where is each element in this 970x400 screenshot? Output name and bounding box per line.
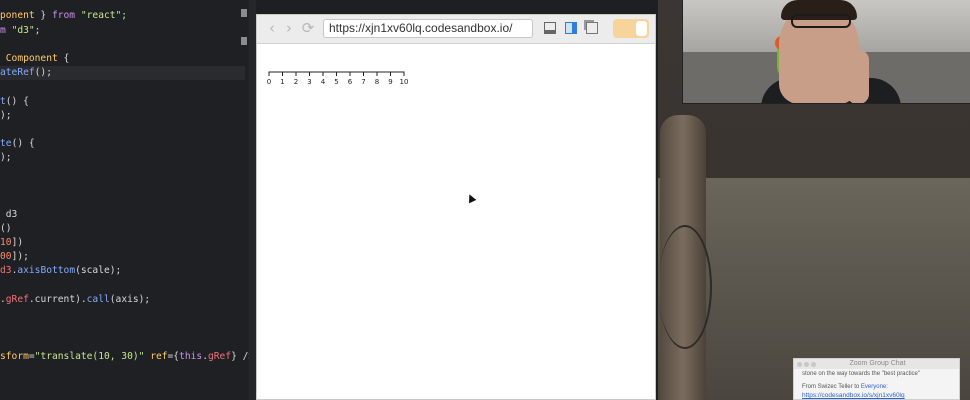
axis-tick-label: 4 — [321, 78, 326, 86]
code-line: Component { — [0, 52, 70, 66]
editor-marker — [241, 9, 247, 17]
code-token: ]); — [11, 251, 29, 262]
code-token: } — [34, 10, 52, 21]
code-line: te() { — [0, 137, 35, 151]
preview-toggle[interactable] — [613, 19, 649, 38]
chat-message-text: stone on the way towards the "best pract… — [802, 371, 920, 377]
browser-viewport: 0 1 2 3 4 5 6 7 8 9 10 — [257, 44, 655, 399]
code-line: ateRef(); — [0, 66, 52, 80]
mouse-cursor-icon — [465, 192, 477, 204]
code-line: t() { — [0, 95, 29, 109]
code-token: axisBottom — [17, 265, 76, 276]
zoom-chat-panel[interactable]: Zoom Group Chat stone on the way towards… — [793, 358, 960, 400]
code-line: 00]); — [0, 250, 29, 264]
axis-tick-label: 0 — [267, 78, 271, 86]
code-token: .current). — [28, 294, 87, 305]
axis-tick-label: 9 — [388, 78, 392, 86]
window-controls — [797, 361, 818, 371]
webcam-feed — [682, 0, 970, 104]
code-line: d3 — [0, 208, 18, 222]
axis-tick-label: 1 — [280, 78, 284, 86]
code-token: ]) — [11, 237, 24, 248]
cable — [658, 225, 712, 349]
code-token: "translate(10, 30)" — [34, 351, 145, 362]
chat-sender: From Swizec Teller to Everyone: — [802, 384, 888, 390]
code-token: () { — [5, 96, 29, 107]
code-token: ={ — [167, 351, 180, 362]
close-dot-icon[interactable] — [797, 362, 802, 367]
toggle-knob — [636, 21, 647, 36]
reload-button[interactable]: ⟳ — [301, 20, 315, 36]
code-line: 10]) — [0, 236, 23, 250]
axis-tick-label: 3 — [307, 78, 311, 86]
code-token: d3 — [0, 265, 12, 276]
code-token: d3 — [0, 209, 18, 220]
code-token: ); — [0, 152, 12, 163]
code-token: ref — [150, 351, 168, 362]
browser-toolbar: ‹ › ⟳ https://xjn1xv60lq.codesandbox.io/ — [257, 15, 655, 44]
axis-tick-label: 7 — [361, 78, 365, 86]
presenter-glasses — [791, 14, 851, 28]
code-token: ateRef — [0, 67, 35, 78]
chat-sender-prefix: From Swizec Teller to — [802, 384, 861, 390]
code-token: call — [86, 294, 110, 305]
code-editor[interactable]: ponent } from "react"; m "d3"; Component … — [0, 0, 256, 400]
code-token: Component — [0, 53, 64, 64]
code-token: 00 — [0, 251, 12, 262]
zoom-dot-icon[interactable] — [811, 362, 816, 367]
code-token: this — [179, 351, 203, 362]
presenter-hand — [847, 50, 869, 103]
code-token: ); — [0, 110, 12, 121]
chat-recipient: Everyone: — [860, 384, 888, 390]
code-line: m "d3"; — [0, 24, 40, 38]
axis-tick-label: 2 — [294, 78, 298, 86]
code-line: () — [0, 222, 12, 236]
editor-scrollbar[interactable] — [249, 0, 256, 400]
code-token: gRef — [5, 294, 29, 305]
axis-tick-label: 8 — [375, 78, 379, 86]
chat-title-bar[interactable]: Zoom Group Chat — [794, 359, 959, 371]
forward-button[interactable]: › — [282, 20, 296, 36]
browser-window: ‹ › ⟳ https://xjn1xv60lq.codesandbox.io/… — [256, 14, 656, 400]
code-token: ponent — [0, 10, 35, 21]
axis-group: 0 1 2 3 4 5 6 7 8 9 10 — [267, 71, 409, 86]
code-token: te — [0, 138, 12, 149]
code-token: (); — [34, 67, 52, 78]
axis-tick-label: 10 — [400, 78, 409, 86]
code-token: () — [0, 223, 12, 234]
code-line: ); — [0, 109, 12, 123]
code-token: "d3"; — [11, 25, 41, 36]
d3-axis: 0 1 2 3 4 5 6 7 8 9 10 — [267, 71, 409, 86]
axis-tick-label: 6 — [348, 78, 353, 86]
code-token: "react"; — [75, 10, 128, 21]
panel-bottom-icon[interactable] — [544, 22, 556, 34]
code-token: { — [63, 53, 70, 64]
code-line: sform="translate(10, 30)" ref={this.gRef… — [0, 350, 256, 364]
code-token: m — [0, 25, 12, 36]
code-line: .gRef.current).call(axis); — [0, 293, 150, 307]
code-line: d3.axisBottom(scale); — [0, 264, 121, 278]
back-button[interactable]: ‹ — [265, 20, 279, 36]
chat-link[interactable]: https://codesandbox.io/s/xjn1xv60lq — [802, 392, 905, 399]
code-token: sform — [0, 351, 29, 362]
code-token: from — [51, 10, 76, 21]
panel-side-icon[interactable] — [565, 22, 577, 34]
code-line: ); — [0, 151, 12, 165]
new-window-icon[interactable] — [586, 22, 598, 34]
minimize-dot-icon[interactable] — [804, 362, 809, 367]
code-token: () { — [11, 138, 35, 149]
code-token: 10 — [0, 237, 12, 248]
code-token: (axis); — [109, 294, 151, 305]
editor-marker — [241, 37, 247, 45]
code-token: (scale); — [75, 265, 122, 276]
url-field[interactable]: https://xjn1xv60lq.codesandbox.io/ — [323, 19, 533, 38]
code-line: ponent } from "react"; — [0, 9, 127, 23]
chat-title: Zoom Group Chat — [849, 360, 906, 367]
axis-tick-label: 5 — [334, 78, 338, 86]
code-token: gRef — [207, 351, 232, 362]
